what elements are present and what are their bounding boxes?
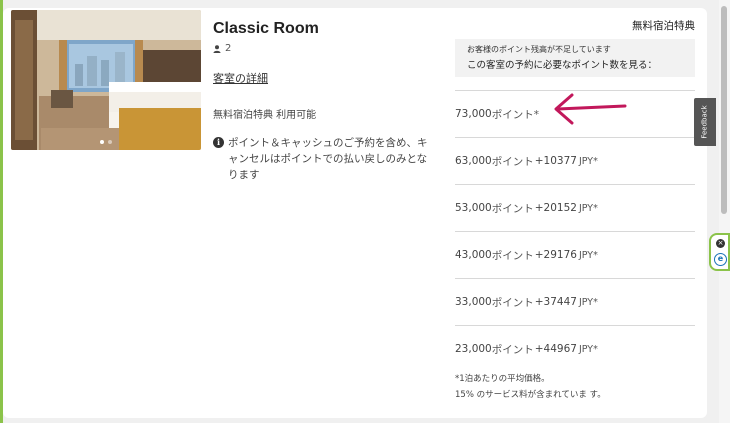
footnote-service-charge: 15% のサービス料が含まれていま す。 bbox=[455, 390, 606, 400]
rate-cash: +37447 bbox=[534, 296, 577, 308]
carousel-dot-1[interactable] bbox=[100, 140, 104, 144]
feedback-label: Feedback bbox=[701, 105, 709, 139]
rate-points-unit: ポイント bbox=[491, 155, 534, 168]
rate-currency: JPY* bbox=[578, 249, 598, 261]
rate-cash: +20152 bbox=[534, 202, 577, 214]
rate-option-6[interactable]: 23,000 ポイント +44967 JPY* bbox=[455, 325, 695, 372]
award-availability: 無料宿泊特典 利用可能 bbox=[213, 110, 317, 121]
price-footnote: *1泊あたりの平均価格。 15% のサービス料が含まれていま す。 bbox=[455, 374, 695, 401]
rate-option-2[interactable]: 63,000 ポイント +10377 JPY* bbox=[455, 137, 695, 184]
free-night-header: 無料宿泊特典 bbox=[632, 20, 695, 32]
room-info: Classic Room 2 客室の詳細 無料宿泊特典 利用可能 i ポイント＆… bbox=[213, 20, 433, 183]
close-icon[interactable]: × bbox=[716, 239, 725, 248]
rate-points-unit: ポイント bbox=[491, 202, 534, 215]
rate-cash: +10377 bbox=[534, 155, 577, 167]
rate-points: 33,000 bbox=[455, 296, 492, 308]
guest-count: 2 bbox=[213, 43, 433, 54]
guest-count-value: 2 bbox=[225, 43, 232, 54]
info-icon: i bbox=[213, 137, 224, 148]
rate-points-unit: ポイント bbox=[491, 249, 534, 262]
rate-currency: JPY* bbox=[578, 343, 598, 355]
person-icon bbox=[213, 44, 221, 53]
rate-points: 43,000 bbox=[455, 249, 492, 261]
extension-logo-icon[interactable]: e bbox=[714, 253, 727, 266]
rate-points-unit: ポイント bbox=[491, 296, 534, 309]
room-card: Classic Room 2 客室の詳細 無料宿泊特典 利用可能 i ポイント＆… bbox=[3, 8, 707, 418]
rate-points: 53,000 bbox=[455, 202, 492, 214]
rates-panel: 無料宿泊特典 お客様のポイント残高が不足しています この客室の予約に必要なポイン… bbox=[455, 18, 695, 401]
rate-cash: +44967 bbox=[534, 343, 577, 355]
cancellation-note: i ポイント＆キャッシュのご予約を含め、キャンセルはポイントでの払い戻しのみとな… bbox=[213, 135, 433, 183]
extension-widget: × e bbox=[709, 233, 730, 271]
rate-currency: JPY* bbox=[578, 202, 598, 214]
footnote-average-price: *1泊あたりの平均価格。 bbox=[455, 374, 550, 384]
scrollbar-thumb[interactable] bbox=[721, 6, 727, 214]
rate-option-5[interactable]: 33,000 ポイント +37447 JPY* bbox=[455, 278, 695, 325]
cancellation-note-text: ポイント＆キャッシュのご予約を含め、キャンセルはポイントでの払い戻しのみとなりま… bbox=[228, 137, 428, 181]
room-title: Classic Room bbox=[213, 20, 319, 37]
annotation-arrow-icon bbox=[554, 93, 627, 125]
feedback-tab[interactable]: Feedback bbox=[694, 98, 716, 146]
insufficient-points-line2: この客室の予約に必要なポイント数を見る： bbox=[467, 60, 658, 71]
rate-points-unit: ポイント bbox=[491, 343, 534, 356]
carousel-dot-2[interactable] bbox=[108, 140, 112, 144]
rate-options-list: 73,000 ポイント* 63,000 ポイント +10377 JPY* 53,… bbox=[455, 90, 695, 372]
rate-points: 63,000 bbox=[455, 155, 492, 167]
rate-option-3[interactable]: 53,000 ポイント +20152 JPY* bbox=[455, 184, 695, 231]
rate-currency: JPY* bbox=[578, 155, 598, 167]
rate-option-4[interactable]: 43,000 ポイント +29176 JPY* bbox=[455, 231, 695, 278]
carousel-dots bbox=[11, 140, 201, 144]
rate-points: 73,000 bbox=[455, 108, 492, 120]
room-details-link[interactable]: 客室の詳細 bbox=[213, 70, 268, 86]
insufficient-points-box: お客様のポイント残高が不足しています この客室の予約に必要なポイント数を見る： bbox=[455, 39, 695, 77]
room-photo-image bbox=[11, 10, 201, 150]
rate-points-unit: ポイント* bbox=[491, 108, 539, 121]
room-photo[interactable] bbox=[11, 10, 201, 150]
rate-currency: JPY* bbox=[578, 296, 598, 308]
insufficient-points-line1: お客様のポイント残高が不足しています bbox=[467, 45, 611, 54]
rate-cash: +29176 bbox=[534, 249, 577, 261]
rate-points: 23,000 bbox=[455, 343, 492, 355]
